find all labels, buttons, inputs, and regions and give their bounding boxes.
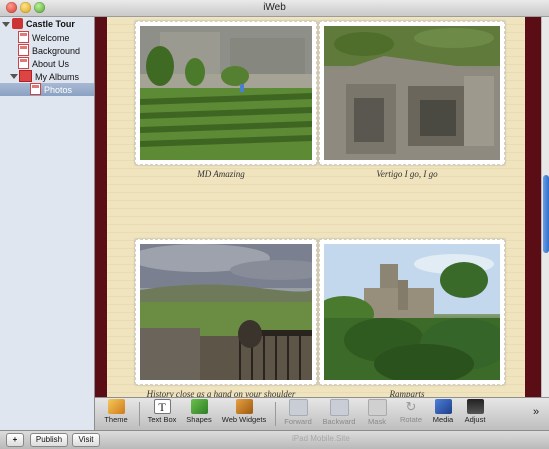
shapes-button[interactable]: Shapes bbox=[185, 399, 213, 430]
rotate-button[interactable]: ↻ Rotate bbox=[397, 399, 425, 430]
forward-button[interactable]: Forward bbox=[281, 399, 315, 430]
web-widgets-button[interactable]: Web Widgets bbox=[221, 399, 267, 430]
photo-frame[interactable] bbox=[135, 239, 317, 385]
sidebar-item-label: My Albums bbox=[35, 72, 80, 82]
sidebar: Castle Tour Welcome Background About Us … bbox=[0, 17, 95, 430]
backward-icon bbox=[329, 399, 349, 416]
sidebar-item-welcome[interactable]: Welcome bbox=[18, 31, 69, 44]
bottom-bar: + Publish Visit iPad Mobile.Site bbox=[0, 430, 549, 449]
toolbar: Theme T Text Box Shapes Web Widgets Forw… bbox=[95, 397, 549, 431]
photo-caption[interactable]: MD Amazing bbox=[131, 169, 311, 179]
photo-artwork bbox=[140, 244, 312, 380]
media-icon bbox=[434, 399, 452, 414]
page-icon bbox=[18, 31, 29, 43]
web-widgets-icon bbox=[235, 399, 253, 414]
toolbar-label: Media bbox=[432, 415, 454, 424]
adjust-icon bbox=[466, 399, 484, 414]
toolbar-label: Web Widgets bbox=[221, 415, 267, 424]
minimize-button[interactable] bbox=[20, 2, 31, 13]
adjust-button[interactable]: Adjust bbox=[461, 399, 489, 430]
photo-frame[interactable] bbox=[319, 21, 505, 165]
photo-caption[interactable]: Ramparts bbox=[317, 389, 497, 397]
sidebar-item-label: Welcome bbox=[32, 33, 70, 43]
sidebar-item-photos[interactable]: Photos bbox=[0, 83, 94, 96]
photo-castle-on-hill-trees bbox=[324, 244, 500, 380]
disclosure-triangle-icon[interactable] bbox=[2, 22, 10, 27]
photo-castle-ruins-aerial bbox=[324, 26, 500, 160]
page-icon bbox=[18, 57, 29, 69]
shapes-icon bbox=[190, 399, 208, 414]
photos-page[interactable]: MD Amazing Vertigo I go, I go History cl… bbox=[107, 17, 525, 397]
toolbar-label: Adjust bbox=[464, 415, 486, 424]
sidebar-item-label: Background bbox=[32, 46, 81, 56]
toolbar-overflow-button[interactable]: » bbox=[529, 399, 543, 430]
site-name: Castle Tour bbox=[26, 19, 75, 29]
site-icon bbox=[12, 18, 23, 29]
theme-button[interactable]: Theme bbox=[101, 399, 131, 430]
sidebar-item-about-us[interactable]: About Us bbox=[18, 57, 69, 70]
photo-frame[interactable] bbox=[319, 239, 505, 385]
toolbar-separator bbox=[139, 402, 140, 426]
mask-button[interactable]: Mask bbox=[363, 399, 391, 430]
toolbar-label: Backward bbox=[322, 417, 356, 426]
photo-artwork bbox=[324, 244, 500, 380]
mask-icon bbox=[367, 399, 387, 416]
photo-castle-hedge-maze bbox=[140, 26, 312, 160]
photo-caption[interactable]: Vertigo I go, I go bbox=[317, 169, 497, 179]
toolbar-label: Theme bbox=[104, 415, 128, 424]
visit-button[interactable]: Visit bbox=[72, 433, 100, 447]
text-box-icon: T bbox=[153, 399, 171, 414]
add-page-button[interactable]: + bbox=[6, 433, 24, 447]
toolbar-label: Mask bbox=[368, 417, 386, 426]
toolbar-separator bbox=[275, 402, 276, 426]
page-icon bbox=[18, 44, 29, 56]
toolbar-label: Text Box bbox=[147, 415, 177, 424]
sidebar-item-label: About Us bbox=[32, 59, 70, 69]
title-bar: iWeb bbox=[0, 0, 549, 17]
photo-valley-from-battlements bbox=[140, 244, 312, 380]
sidebar-item-label: Photos bbox=[44, 85, 73, 95]
zoom-button[interactable] bbox=[34, 2, 45, 13]
sidebar-item-my-albums[interactable]: My Albums bbox=[10, 70, 92, 83]
disclosure-triangle-icon[interactable] bbox=[10, 74, 18, 79]
toolbar-label: Shapes bbox=[186, 415, 212, 424]
close-button[interactable] bbox=[6, 2, 17, 13]
forward-icon bbox=[288, 399, 308, 416]
vertical-scrollbar[interactable] bbox=[541, 17, 549, 397]
ghost-text: iPad Mobile.Site bbox=[292, 434, 350, 443]
toolbar-label: Rotate bbox=[399, 415, 423, 424]
publish-button[interactable]: Publish bbox=[30, 433, 68, 447]
rotate-icon: ↻ bbox=[405, 399, 417, 414]
photo-caption[interactable]: History close as a hand on your shoulder bbox=[131, 389, 311, 397]
scroll-thumb[interactable] bbox=[543, 175, 549, 253]
text-box-button[interactable]: T Text Box bbox=[145, 399, 179, 430]
photos-page-icon bbox=[30, 83, 41, 95]
sidebar-item-site[interactable]: Castle Tour bbox=[2, 18, 92, 31]
window-title: iWeb bbox=[263, 2, 286, 13]
media-button[interactable]: Media bbox=[429, 399, 457, 430]
theme-icon bbox=[107, 399, 125, 414]
toolbar-label: Forward bbox=[284, 417, 312, 426]
photo-frame[interactable] bbox=[135, 21, 317, 165]
album-icon bbox=[19, 70, 32, 82]
page-canvas[interactable]: MD Amazing Vertigo I go, I go History cl… bbox=[95, 17, 541, 397]
photo-artwork bbox=[140, 26, 312, 160]
photo-artwork bbox=[324, 26, 500, 160]
sidebar-item-background[interactable]: Background bbox=[18, 44, 80, 57]
backward-button[interactable]: Backward bbox=[321, 399, 357, 430]
